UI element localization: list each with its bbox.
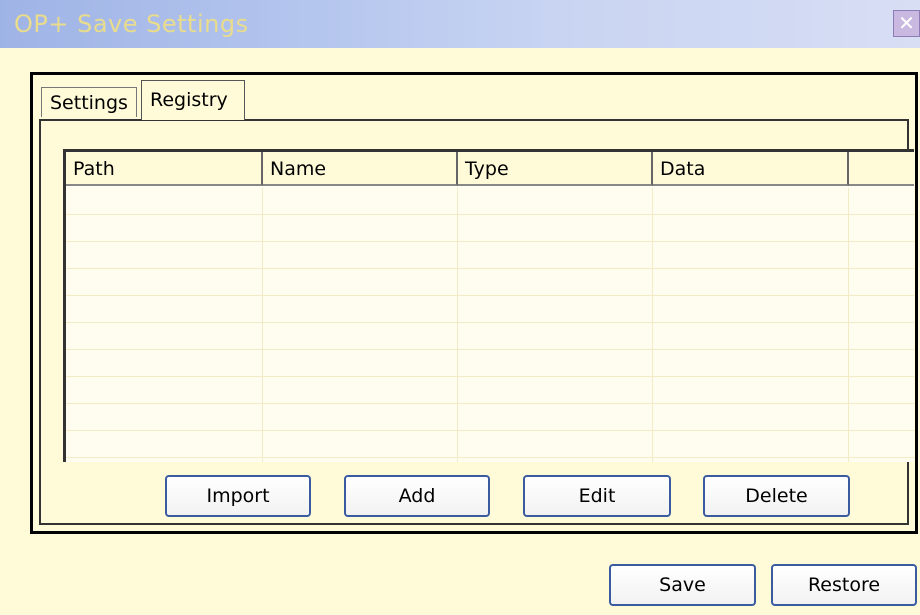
table-row[interactable]: [66, 350, 914, 377]
table-row[interactable]: [66, 377, 914, 404]
tab-settings-label: Settings: [50, 92, 128, 114]
restore-button[interactable]: Restore: [771, 564, 917, 606]
table-row[interactable]: [66, 188, 914, 215]
add-button[interactable]: Add: [344, 475, 490, 517]
tab-panel: Settings Registry Path Name Type Data Im…: [30, 72, 918, 534]
close-icon: ✕: [898, 11, 915, 35]
column-header-type[interactable]: Type: [458, 152, 653, 186]
tab-registry[interactable]: Registry: [141, 80, 245, 120]
table-row[interactable]: [66, 323, 914, 350]
registry-table[interactable]: Path Name Type Data: [63, 149, 914, 462]
table-row[interactable]: [66, 404, 914, 431]
registry-tab-content: Path Name Type Data Import Add Edit Dele: [39, 119, 914, 525]
table-row[interactable]: [66, 215, 914, 242]
table-row[interactable]: [66, 296, 914, 323]
tab-registry-label: Registry: [150, 89, 228, 111]
column-header-extra[interactable]: [849, 152, 914, 186]
table-row[interactable]: [66, 242, 914, 269]
table-header: Path Name Type Data: [66, 152, 914, 188]
window-title: OP+ Save Settings: [14, 10, 249, 38]
edit-button[interactable]: Edit: [523, 475, 671, 517]
column-header-path[interactable]: Path: [66, 152, 263, 186]
table-row[interactable]: [66, 431, 914, 458]
close-button[interactable]: ✕: [893, 10, 920, 37]
delete-button[interactable]: Delete: [703, 475, 850, 517]
table-row[interactable]: [66, 269, 914, 296]
tab-settings[interactable]: Settings: [41, 87, 137, 117]
column-header-data[interactable]: Data: [653, 152, 849, 186]
save-button[interactable]: Save: [609, 564, 756, 606]
title-bar: OP+ Save Settings ✕: [0, 0, 920, 48]
column-header-name[interactable]: Name: [263, 152, 458, 186]
import-button[interactable]: Import: [165, 475, 311, 517]
